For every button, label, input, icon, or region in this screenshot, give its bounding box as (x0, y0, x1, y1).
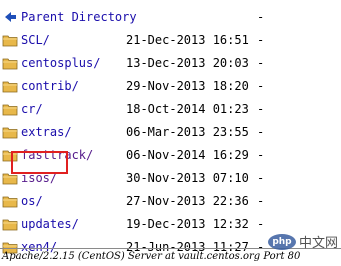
folder-icon (2, 219, 18, 231)
file-size: - (257, 148, 265, 162)
folder-icon (2, 35, 18, 47)
folder-icon (2, 58, 18, 70)
folder-link-cr[interactable]: cr/ (21, 102, 43, 116)
modified-date: 06-Nov-2014 16:29 (126, 148, 249, 162)
modified-date: 29-Nov-2013 18:20 (126, 79, 249, 93)
modified-date: 27-Nov-2013 22:36 (126, 194, 249, 208)
list-item: Parent Directory (0, 6, 341, 29)
file-size: - (257, 217, 265, 231)
folder-link-extras[interactable]: extras/ (21, 125, 72, 139)
file-size: - (257, 194, 265, 208)
folder-icon (2, 81, 18, 93)
list-item: os/ 27-Nov-2013 22:36 - (0, 190, 341, 213)
file-size: - (257, 125, 265, 139)
folder-link-os[interactable]: os/ (21, 194, 43, 208)
server-signature: Apache/2.2.15 (CentOS) Server at vault.c… (2, 251, 301, 262)
list-item: contrib/ 29-Nov-2013 18:20 - (0, 75, 341, 98)
modified-date: 21-Dec-2013 16:51 (126, 33, 249, 47)
folder-icon (2, 196, 18, 208)
folder-link-scl[interactable]: SCL/ (21, 33, 50, 47)
list-item: extras/ 06-Mar-2013 23:55 - (0, 121, 341, 144)
file-size: - (257, 102, 265, 116)
watermark-logo: php (267, 233, 296, 250)
file-size: - (257, 79, 265, 93)
list-item: centosplus/ 13-Dec-2013 20:03 - (0, 52, 341, 75)
modified-date: 13-Dec-2013 20:03 (126, 56, 249, 70)
folder-icon (2, 104, 18, 116)
modified-date: 18-Oct-2014 01:23 (126, 102, 249, 116)
watermark: php 中文网 (267, 232, 338, 251)
file-size: - (257, 33, 265, 47)
watermark-text: 中文网 (298, 236, 338, 251)
file-size: - (257, 171, 265, 185)
file-size: - (257, 56, 265, 70)
list-item: SCL/ 21-Dec-2013 16:51 - (0, 29, 341, 52)
folder-link-contrib[interactable]: contrib/ (21, 79, 79, 93)
modified-date: 30-Nov-2013 07:10 (126, 171, 249, 185)
file-size: - (257, 10, 265, 24)
folder-icon (2, 127, 18, 139)
back-arrow-icon (5, 12, 16, 22)
folder-link-updates[interactable]: updates/ (21, 217, 79, 231)
folder-link-centosplus[interactable]: centosplus/ (21, 56, 100, 70)
list-item: cr/ 18-Oct-2014 01:23 - (0, 98, 341, 121)
directory-listing: Parent Directory SCL/ 21-Dec-2013 16:51 … (0, 6, 341, 259)
modified-date: 06-Mar-2013 23:55 (126, 125, 249, 139)
parent-directory-link[interactable]: Parent Directory (21, 10, 137, 24)
modified-date: 19-Dec-2013 12:32 (126, 217, 249, 231)
highlight-box (11, 151, 68, 174)
